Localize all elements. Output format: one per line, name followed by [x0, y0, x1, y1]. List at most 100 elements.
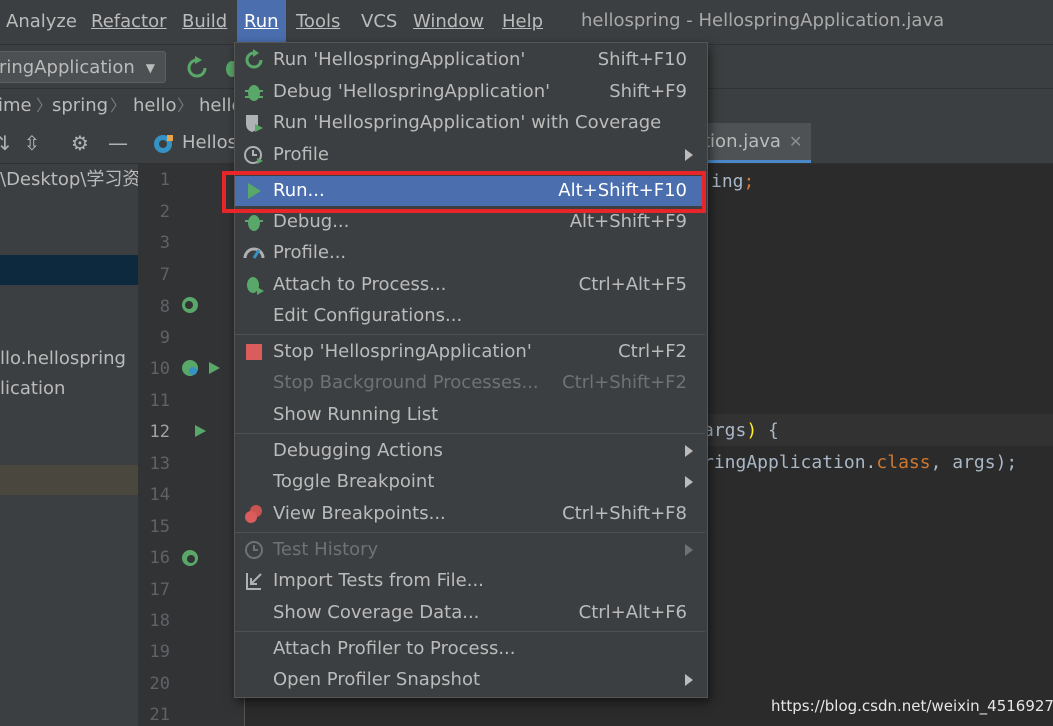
- debug-bug-icon: [245, 215, 263, 231]
- code-token: args: [703, 420, 747, 441]
- code-token: {: [757, 420, 779, 441]
- history-clock-icon: [245, 541, 263, 559]
- menu-bar: Analyze Refactor Build Run Tools VCS Win…: [0, 0, 1053, 44]
- tree-item[interactable]: \Desktop\学习资: [0, 165, 138, 195]
- menu-tools[interactable]: Tools: [296, 0, 340, 44]
- tab-inactive[interactable]: Hellos: [138, 123, 237, 164]
- menu-item-label: Edit Configurations...: [273, 305, 463, 326]
- menu-window[interactable]: Window: [413, 0, 484, 44]
- gear-icon[interactable]: ⚙: [68, 131, 92, 155]
- submenu-arrow-icon: [685, 149, 693, 161]
- breadcrumb-separator-icon: 〉: [110, 96, 127, 115]
- menu-build-label: Build: [182, 11, 228, 32]
- line-number: 1: [159, 170, 170, 190]
- line-number: 14: [149, 485, 170, 505]
- menu-item-attach-process[interactable]: Attach to Process... Ctrl+Alt+F5: [235, 270, 705, 300]
- menu-vcs[interactable]: VCS: [361, 0, 397, 44]
- menu-analyze[interactable]: Analyze: [6, 0, 77, 44]
- menu-item-label: Run 'HellospringApplication': [273, 49, 526, 70]
- tree-item-selected[interactable]: [0, 255, 138, 285]
- spring-boot-icon[interactable]: [180, 358, 200, 378]
- line-number: 9: [159, 328, 170, 348]
- expand-all-icon[interactable]: ⇅: [0, 131, 14, 155]
- menu-item-stop-background: Stop Background Processes... Ctrl+Shift+…: [235, 368, 705, 398]
- menu-item-debugging-actions[interactable]: Debugging Actions: [235, 436, 705, 466]
- rerun-icon: [245, 49, 263, 69]
- collapse-all-icon[interactable]: ⇳: [20, 131, 44, 155]
- code-token: ringApplication.: [703, 452, 877, 473]
- menu-item-label: Open Profiler Snapshot: [273, 669, 481, 690]
- menu-item-stop[interactable]: Stop 'HellospringApplication' Ctrl+F2: [235, 337, 705, 367]
- menu-item-label: Profile: [273, 144, 329, 165]
- menu-build[interactable]: Build: [182, 0, 227, 44]
- breadcrumb-item[interactable]: hello: [133, 89, 177, 122]
- spring-bean-icon[interactable]: [180, 548, 200, 568]
- menu-item-edit-configurations[interactable]: Edit Configurations...: [235, 301, 705, 331]
- line-number: 20: [149, 674, 170, 694]
- menu-item-shortcut: Ctrl+Shift+F2: [562, 372, 687, 393]
- menu-item-open-profiler-snapshot[interactable]: Open Profiler Snapshot: [235, 665, 705, 695]
- java-class-icon: [154, 135, 173, 153]
- minimize-icon[interactable]: —: [106, 131, 130, 155]
- attach-bug-icon: [247, 277, 264, 295]
- menu-item-run-config[interactable]: Run 'HellospringApplication' Shift+F10: [235, 45, 705, 75]
- line-number-current: 12: [149, 422, 170, 442]
- line-number: 21: [149, 705, 170, 725]
- menu-item-toggle-breakpoint[interactable]: Toggle Breakpoint: [235, 467, 705, 497]
- line-number: 2: [159, 202, 170, 222]
- menu-help[interactable]: Help: [502, 0, 543, 44]
- stop-square-icon: [246, 344, 262, 360]
- editor-gutter: 1 2 3 7 8 9 10 11 12 13 14 15 16 17 18 1…: [138, 123, 245, 726]
- menu-refactor-label: Refactor: [91, 11, 167, 32]
- breadcrumb-item[interactable]: ime: [0, 89, 32, 122]
- code-token: ;: [743, 171, 755, 192]
- menu-separator: [235, 532, 705, 533]
- menu-item-label: Run 'HellospringApplication' with Covera…: [273, 112, 662, 133]
- rerun-icon[interactable]: [184, 55, 210, 81]
- menu-item-import-tests[interactable]: Import Tests from File...: [235, 566, 705, 596]
- tree-item[interactable]: lication: [0, 374, 138, 404]
- menu-separator: [235, 433, 705, 434]
- coverage-shield-icon: [246, 115, 263, 132]
- menu-item-profile-submenu[interactable]: Profile: [235, 140, 705, 170]
- run-config-selector[interactable]: ringApplication ▼: [0, 51, 166, 83]
- menu-item-show-running-list[interactable]: Show Running List: [235, 400, 705, 430]
- menu-run[interactable]: Run: [237, 0, 286, 44]
- menu-item-show-coverage[interactable]: Show Coverage Data... Ctrl+Alt+F6: [235, 598, 705, 628]
- close-icon[interactable]: ✕: [789, 123, 802, 161]
- menu-item-attach-profiler[interactable]: Attach Profiler to Process...: [235, 634, 705, 664]
- breadcrumb-separator-icon: 〉: [36, 96, 53, 115]
- menu-item-shortcut: Ctrl+Alt+F6: [578, 602, 687, 623]
- line-number: 7: [159, 265, 170, 285]
- menu-item-label: Attach to Process...: [273, 274, 447, 295]
- submenu-arrow-icon: [685, 544, 693, 556]
- menu-refactor[interactable]: Refactor: [91, 0, 167, 44]
- menu-item-label: Test History: [273, 539, 379, 560]
- menu-item-profile-dialog[interactable]: Profile...: [235, 238, 705, 268]
- menu-item-label: Show Running List: [273, 404, 439, 425]
- menu-item-debug-config[interactable]: Debug 'HellospringApplication' Shift+F9: [235, 77, 705, 107]
- menu-separator: [235, 631, 705, 632]
- debug-bug-icon: [245, 85, 263, 101]
- run-gutter-icon[interactable]: [192, 423, 208, 439]
- tree-item[interactable]: llo.hellospring: [0, 344, 138, 374]
- menu-item-view-breakpoints[interactable]: View Breakpoints... Ctrl+Shift+F8: [235, 499, 705, 529]
- spring-bean-icon[interactable]: [180, 295, 200, 315]
- menu-item-test-history: Test History: [235, 535, 705, 565]
- menu-run-label: Run: [244, 11, 279, 32]
- watermark: https://blog.csdn.net/weixin_45169276: [771, 697, 1053, 715]
- code-token: ing: [711, 171, 744, 192]
- menu-item-label: Stop Background Processes...: [273, 372, 539, 393]
- breadcrumb-item[interactable]: spring: [52, 89, 108, 122]
- run-gutter-icon[interactable]: [206, 360, 222, 376]
- menu-window-label: Window: [413, 11, 484, 32]
- run-config-label: ringApplication: [0, 57, 135, 78]
- window-title: hellospring - HellospringApplication.jav…: [581, 10, 945, 31]
- menu-item-label: View Breakpoints...: [273, 503, 446, 524]
- tab-active[interactable]: tion.java ✕: [703, 123, 811, 163]
- menu-item-run-coverage[interactable]: Run 'HellospringApplication' with Covera…: [235, 108, 705, 138]
- chevron-down-icon: ▼: [145, 61, 155, 75]
- code-line: ringApplication.class, args);: [703, 452, 1017, 473]
- tree-item-highlighted[interactable]: [0, 465, 138, 495]
- menu-item-label: Import Tests from File...: [273, 570, 484, 591]
